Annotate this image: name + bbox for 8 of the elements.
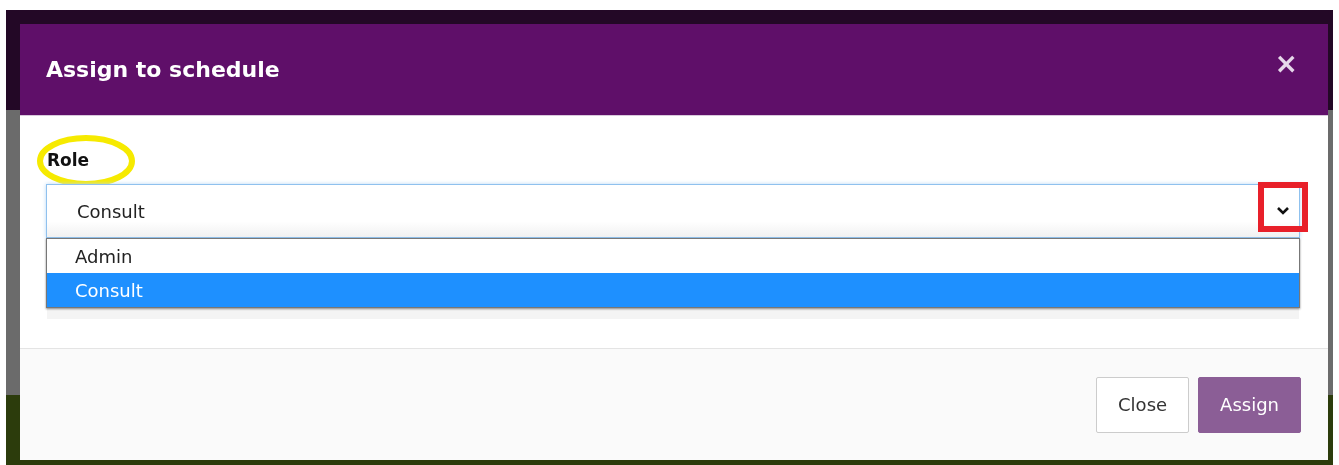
dialog-title: Assign to schedule xyxy=(46,57,280,82)
dropdown-option[interactable]: Admin xyxy=(47,239,1299,273)
role-select[interactable]: Consult xyxy=(46,184,1300,238)
field-label: Role xyxy=(47,150,90,170)
chevron-down-icon xyxy=(1276,206,1290,216)
close-button[interactable]: Close xyxy=(1096,376,1190,433)
assign-button[interactable]: Assign xyxy=(1198,376,1301,433)
highlight-box xyxy=(1258,182,1308,232)
